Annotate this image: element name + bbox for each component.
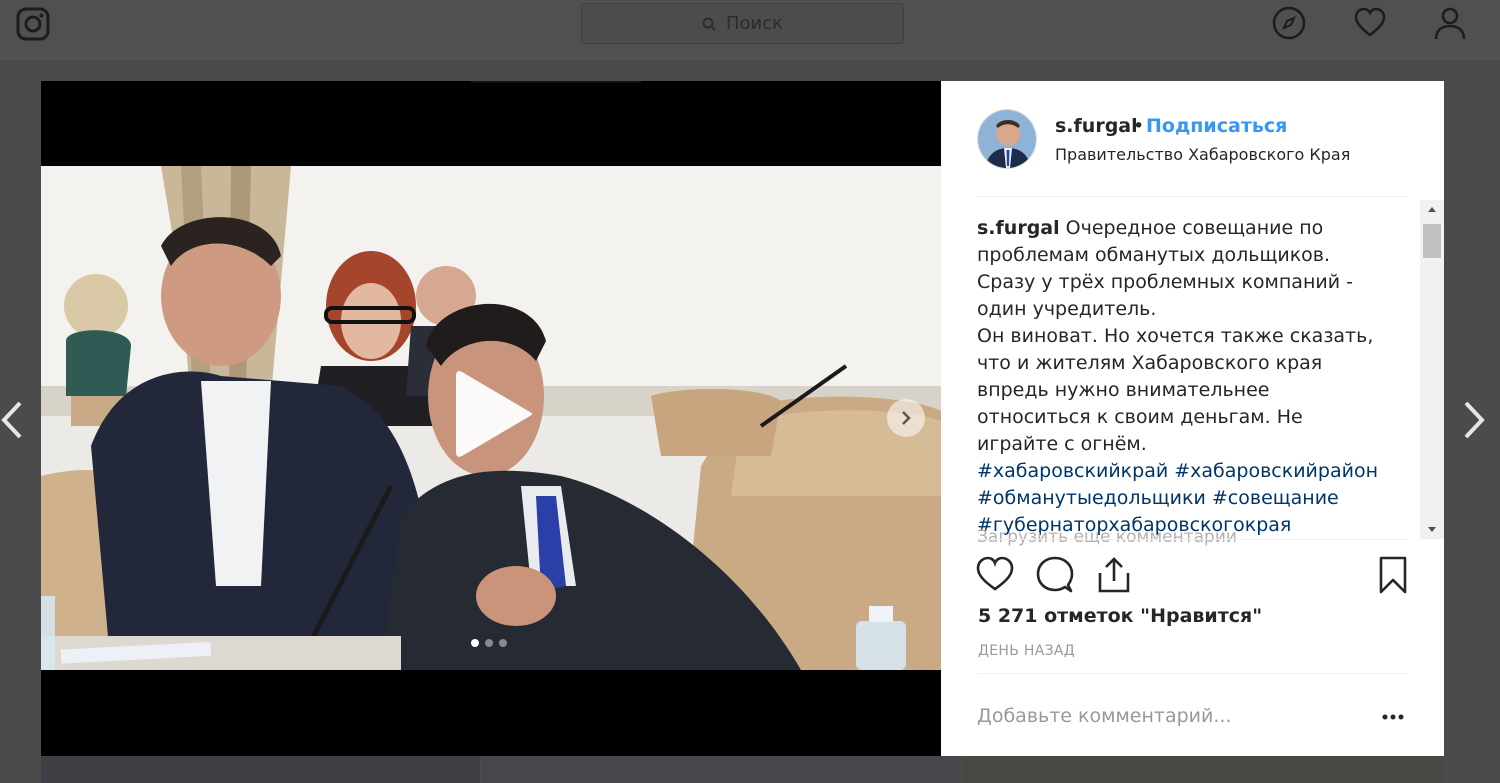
profile-icon[interactable] [1433,6,1467,40]
explore-compass-icon[interactable] [1272,6,1306,40]
feed-thumbnail [41,756,480,783]
likes-count[interactable]: 5 271 отметок "Нравится" [978,605,1262,627]
separator-dot: • [1133,115,1145,137]
scroll-down-arrow-icon[interactable] [1426,523,1438,535]
divider [977,673,1408,674]
post-header: s.furgal • Подписаться Правительство Хаб… [977,109,1408,197]
comments-scrollbar[interactable] [1420,200,1444,539]
carousel-next-button[interactable] [887,399,925,437]
like-heart-icon[interactable] [975,555,1015,595]
post-timestamp: ДЕНЬ НАЗАД [978,643,1075,659]
chevron-right-icon [902,411,911,425]
carousel-indicator [471,639,507,647]
feed-thumbnail [962,756,1444,783]
previous-post-arrow-icon[interactable] [0,400,24,440]
caption-text-continued: Он виноват. Но хочется также сказать, чт… [977,325,1374,455]
top-navigation-bar: Поиск [0,0,1500,62]
follow-button[interactable]: Подписаться [1146,115,1287,137]
caption-area: s.furgal Очередное совещание по проблема… [977,215,1385,540]
comment-bubble-icon[interactable] [1035,555,1075,595]
play-icon[interactable] [448,364,538,464]
carousel-dot [485,639,493,647]
more-options-icon[interactable] [1381,707,1405,727]
load-more-comments[interactable]: Загрузить еще комментарии [977,527,1237,547]
bookmark-icon[interactable] [1373,555,1413,595]
avatar-image [978,110,1036,168]
caption-username[interactable]: s.furgal [977,217,1060,239]
divider [977,539,1408,540]
instagram-icon[interactable] [15,6,51,42]
scroll-up-arrow-icon[interactable] [1426,204,1438,216]
media-top-strip [471,81,641,83]
share-icon[interactable] [1094,555,1134,595]
scrollbar-thumb[interactable] [1423,224,1441,258]
post-media[interactable] [41,81,941,756]
feed-thumbnail [482,756,960,783]
post-details-panel: s.furgal • Подписаться Правительство Хаб… [941,81,1444,756]
search-icon [702,17,716,31]
add-comment-input[interactable]: Добавьте комментарий... [977,705,1232,727]
carousel-dot [499,639,507,647]
avatar[interactable] [977,109,1037,169]
heart-icon[interactable] [1353,6,1387,40]
next-post-arrow-icon[interactable] [1462,400,1486,440]
search-input[interactable]: Поиск [581,3,904,44]
post-location[interactable]: Правительство Хабаровского Края [1055,145,1350,164]
search-placeholder: Поиск [725,13,783,34]
carousel-dot [471,639,479,647]
post-username[interactable]: s.furgal [1055,115,1138,137]
